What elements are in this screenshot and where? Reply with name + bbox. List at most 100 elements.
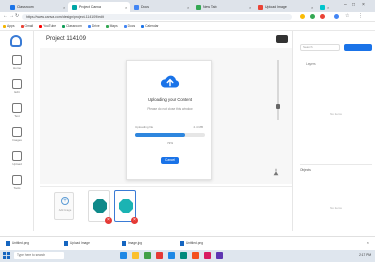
taskbar-app-icon[interactable] <box>204 252 211 259</box>
remove-thumbnail-icon[interactable]: × <box>131 217 138 224</box>
window-close-icon[interactable]: × <box>362 2 365 8</box>
sidebar-item-images[interactable]: Images <box>0 127 34 147</box>
bookmark-icon <box>20 24 24 28</box>
sidebar-item-tools[interactable]: Tools <box>0 175 34 195</box>
remove-thumbnail-icon[interactable]: × <box>105 217 112 224</box>
tab-favicon-icon <box>196 4 201 10</box>
close-icon[interactable]: × <box>311 5 313 10</box>
share-button[interactable] <box>276 35 288 43</box>
close-icon[interactable]: × <box>327 5 329 10</box>
page-thumbnails-bar <box>40 186 292 230</box>
app-logo-icon[interactable] <box>10 35 22 47</box>
bookmark-icon <box>3 24 6 28</box>
taskbar-app-icon[interactable] <box>192 252 199 259</box>
file-icon <box>180 240 184 246</box>
bookmark-item[interactable]: Classroom <box>62 24 82 28</box>
taskbar-app-icon[interactable] <box>156 252 163 259</box>
bookmark-icon <box>141 24 145 28</box>
canvas-scrollbar[interactable] <box>277 60 279 120</box>
bookmark-item[interactable]: Docs <box>123 24 135 28</box>
download-item[interactable]: Image.jpg <box>122 240 172 246</box>
sidebar-item-label: Upload <box>12 162 22 166</box>
os-taskbar: Type here to search 2:17 PM <box>0 250 375 262</box>
browser-tab[interactable]: Classroom × <box>6 2 68 12</box>
tab-title: Classroom <box>17 5 34 9</box>
cancel-upload-button[interactable]: Cancel <box>161 157 179 164</box>
cloud-upload-icon <box>160 75 180 88</box>
maximize-icon[interactable]: □ <box>352 2 355 8</box>
panel-empty-text: No items <box>330 112 342 116</box>
close-icon[interactable]: × <box>187 5 189 10</box>
sidebar-item-upload[interactable]: Upload <box>0 151 34 171</box>
upload-dialog-subtitle: Please do not close this window <box>147 107 193 111</box>
browser-tab-active[interactable]: Project Canva × <box>68 2 130 12</box>
profile-avatar[interactable] <box>334 14 339 19</box>
image-icon <box>12 127 22 137</box>
scrollbar-thumb[interactable] <box>276 104 280 109</box>
download-item[interactable]: Untitled.png <box>180 240 230 246</box>
panel-action-button[interactable] <box>344 44 372 51</box>
bookmark-item[interactable]: Calendar <box>141 24 159 28</box>
taskbar-app-icon[interactable] <box>216 252 223 259</box>
minimize-icon[interactable]: – <box>344 2 347 8</box>
tab-favicon-icon <box>258 4 263 10</box>
sidebar-item-label: Text <box>14 114 20 118</box>
star-icon[interactable]: ☆ <box>345 13 349 19</box>
tab-title: Project Canva <box>79 5 101 9</box>
bookmark-item[interactable]: Drive <box>87 24 100 28</box>
extension-icon[interactable] <box>300 14 305 19</box>
forward-arrow-icon[interactable]: → <box>9 13 14 19</box>
downloads-bar: Untitled.png Upload Image Image.jpg Unti… <box>0 236 375 249</box>
bookmark-item[interactable]: Apps <box>3 24 15 28</box>
taskbar-app-icon[interactable] <box>144 252 151 259</box>
download-item[interactable]: Untitled.png <box>6 240 56 246</box>
upload-progress-text: 72% <box>166 141 173 145</box>
bookmark-item[interactable]: Gmail <box>20 24 33 28</box>
download-item[interactable]: Upload Image <box>64 240 114 246</box>
browser-tab[interactable]: New Tab × <box>192 2 254 12</box>
browser-tab[interactable]: × <box>316 2 342 12</box>
add-image-button[interactable]: + Add Image <box>54 192 74 220</box>
bookmark-item[interactable]: YouTube <box>39 24 56 28</box>
taskbar-app-icon[interactable] <box>168 252 175 259</box>
taskbar-app-icon[interactable] <box>180 252 187 259</box>
text-icon <box>12 103 22 113</box>
extension-icon[interactable] <box>320 14 325 19</box>
extension-icon[interactable] <box>310 14 315 19</box>
browser-tab[interactable]: Docs × <box>130 2 192 12</box>
browser-tab[interactable]: Upload Image × <box>254 2 316 12</box>
panel-section-heading: Layers <box>306 62 316 66</box>
tab-favicon-icon <box>134 4 139 10</box>
close-icon[interactable]: × <box>249 5 251 10</box>
add-image-label: Add Image <box>58 209 72 212</box>
upload-icon <box>12 151 22 161</box>
taskbar-app-icon[interactable] <box>132 252 139 259</box>
reload-icon[interactable]: ↻ <box>15 13 19 19</box>
octagon-shape <box>119 199 133 213</box>
octagon-shape <box>93 199 107 213</box>
project-title[interactable]: Project 114109 <box>46 36 86 42</box>
back-arrow-icon[interactable]: ← <box>3 13 8 19</box>
sidebar-item-edit[interactable]: Edit <box>0 79 34 99</box>
file-icon <box>64 240 68 246</box>
windows-start-icon[interactable] <box>3 252 10 259</box>
system-clock[interactable]: 2:17 PM <box>359 253 371 257</box>
panel-search-input[interactable]: Search <box>300 44 340 51</box>
sidebar-item-home[interactable]: Home <box>0 55 34 75</box>
taskbar-app-icon[interactable] <box>120 252 127 259</box>
url-field[interactable]: https://www.canva.com/design/project-114… <box>22 14 292 20</box>
upload-file-label: Uploading file <box>135 125 154 129</box>
sidebar-item-text[interactable]: Text <box>0 103 34 123</box>
close-icon[interactable]: × <box>125 5 127 10</box>
taskbar-search-input[interactable]: Type here to search <box>14 252 64 259</box>
image-thumbnail-selected[interactable]: × <box>114 190 138 224</box>
close-icon[interactable]: × <box>367 240 369 245</box>
menu-kebab-icon[interactable]: ⋮ <box>358 13 363 19</box>
bookmark-icon <box>105 24 109 28</box>
close-icon[interactable]: × <box>63 5 65 10</box>
upload-file-size: 2.4 MB <box>193 125 203 129</box>
panel-empty-text: No items <box>330 206 342 210</box>
bookmark-item[interactable]: Maps <box>105 24 118 28</box>
image-thumbnail[interactable]: × <box>88 190 112 224</box>
clear-canvas-icon[interactable] <box>272 168 280 176</box>
